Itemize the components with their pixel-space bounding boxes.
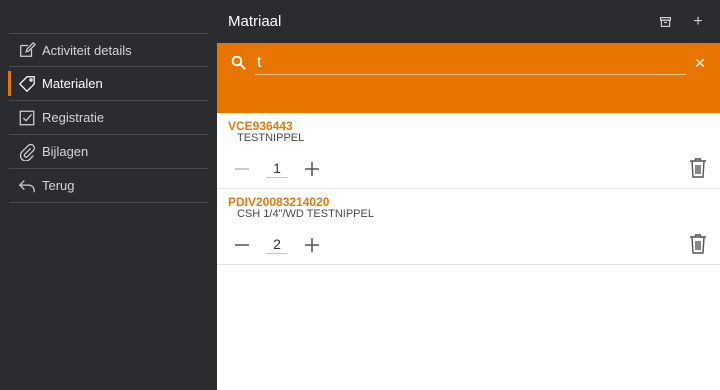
top-bar: Matriaal + bbox=[217, 0, 720, 43]
sidebar-item-label: Activiteit details bbox=[42, 42, 132, 58]
sidebar-item-label: Materialen bbox=[42, 76, 103, 91]
paperclip-icon bbox=[17, 142, 37, 162]
quantity-stepper: 2 bbox=[233, 233, 321, 257]
list-item: PDIV20083214020 CSH 1/4"/WD TESTNIPPEL 2 bbox=[217, 189, 720, 265]
search-band: ✕ bbox=[217, 43, 720, 113]
sidebar-item-label: Registratie bbox=[42, 110, 105, 125]
material-code: PDIV20083214020 bbox=[228, 195, 330, 209]
delete-icon[interactable] bbox=[689, 157, 707, 179]
back-arrow-icon bbox=[17, 176, 37, 196]
list-item: VCE936443 TESTNIPPEL 1 bbox=[217, 113, 720, 189]
decrement-button[interactable] bbox=[233, 236, 251, 254]
sidebar: Activiteit details Materialen Registrati… bbox=[0, 0, 217, 390]
edit-icon bbox=[17, 40, 37, 60]
material-code: VCE936443 bbox=[228, 119, 293, 133]
sidebar-item-materialen[interactable]: Materialen bbox=[8, 67, 208, 101]
decrement-button[interactable] bbox=[233, 160, 251, 178]
sidebar-item-label: Terug bbox=[42, 178, 75, 193]
quantity-stepper: 1 bbox=[233, 157, 321, 181]
sidebar-item-bijlagen[interactable]: Bijlagen bbox=[9, 135, 208, 169]
material-description: CSH 1/4"/WD TESTNIPPEL bbox=[237, 208, 374, 220]
sidebar-item-terug[interactable]: Terug bbox=[9, 169, 208, 203]
sidebar-item-registratie[interactable]: Registratie bbox=[9, 101, 208, 135]
checkbox-icon bbox=[17, 108, 37, 128]
sidebar-item-activiteit-details[interactable]: Activiteit details bbox=[9, 33, 208, 67]
delete-icon[interactable] bbox=[689, 233, 707, 255]
materials-list: VCE936443 TESTNIPPEL 1 PDIV20083214020 C… bbox=[217, 113, 720, 390]
clear-search-button[interactable]: ✕ bbox=[690, 53, 710, 73]
increment-button[interactable] bbox=[303, 160, 321, 178]
sidebar-item-label: Bijlagen bbox=[42, 144, 89, 159]
material-description: TESTNIPPEL bbox=[237, 132, 305, 144]
add-icon[interactable]: + bbox=[686, 10, 710, 34]
page-title: Matriaal bbox=[228, 13, 282, 30]
quantity-value[interactable]: 2 bbox=[266, 236, 288, 254]
quantity-value[interactable]: 1 bbox=[266, 160, 288, 178]
search-bar: ✕ bbox=[231, 51, 710, 75]
search-icon bbox=[231, 55, 247, 71]
search-input[interactable] bbox=[255, 51, 686, 75]
archive-icon[interactable] bbox=[653, 10, 677, 34]
tag-icon bbox=[17, 74, 37, 94]
increment-button[interactable] bbox=[303, 236, 321, 254]
